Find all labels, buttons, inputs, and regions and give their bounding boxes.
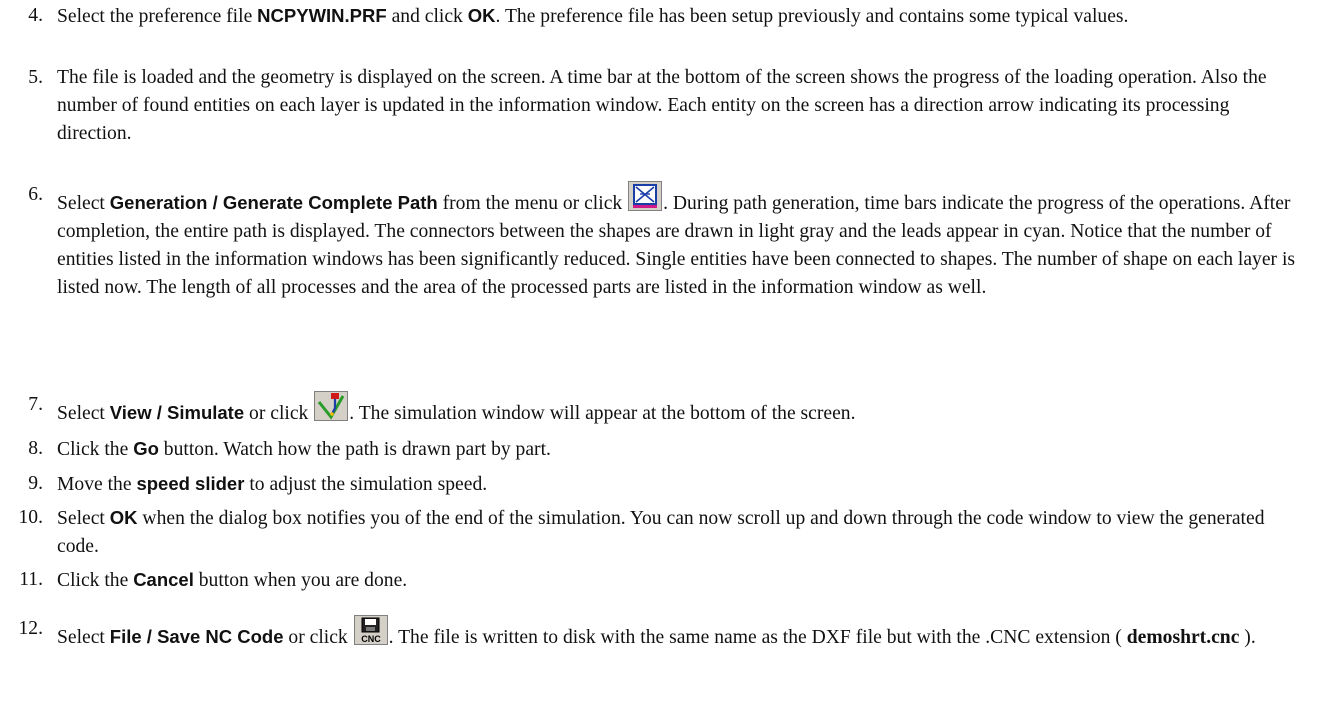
ui-term: Generation / Generate Complete Path (109, 192, 438, 213)
text-run: or click (244, 403, 314, 424)
text-run: . The preference file has been setup pre… (495, 6, 1129, 27)
text-run: Select the preference file (57, 6, 258, 27)
text-run: or click (283, 627, 353, 648)
text-run: Click the (57, 570, 134, 591)
step-number: 6. (28, 184, 43, 205)
step-text: Select the preference file NCPYWIN.PRF a… (57, 2, 1307, 31)
text-run: . The file is written to disk with the s… (388, 627, 1127, 648)
step-text: Select View / Simulate or click . The si… (57, 391, 1307, 428)
ui-term: OK (109, 507, 138, 528)
text-run: button. Watch how the path is drawn part… (158, 439, 551, 460)
text-run: ). (1239, 627, 1256, 648)
step-7: 7. Select View / Simulate or click . The… (0, 391, 1322, 428)
text-run: and click (386, 6, 468, 27)
step-number: 5. (28, 67, 43, 88)
step-text: The file is loaded and the geometry is d… (57, 64, 1307, 148)
simulate-icon (314, 391, 349, 421)
svg-text:CNC: CNC (361, 634, 381, 644)
ui-term: View / Simulate (109, 402, 245, 423)
step-text: Select OK when the dialog box notifies y… (57, 504, 1307, 561)
ui-term: Cancel (133, 569, 194, 590)
text-run: The file is loaded and the geometry is d… (57, 67, 1267, 144)
step-text: Move the speed slider to adjust the simu… (57, 470, 1307, 499)
step-number: 7. (28, 394, 43, 415)
generate-path-icon (628, 181, 663, 211)
step-number: 4. (28, 5, 43, 26)
ui-term: File / Save NC Code (109, 626, 284, 647)
step-11: 11. Click the Cancel button when you are… (0, 566, 1322, 595)
text-run: Move the (57, 474, 137, 495)
text-run: Select (57, 193, 110, 214)
step-number: 8. (28, 438, 43, 459)
ui-term: NCPYWIN.PRF (257, 5, 387, 26)
ui-term: speed slider (136, 473, 245, 494)
step-number: 10. (18, 507, 44, 528)
text-run: button when you are done. (193, 570, 408, 591)
step-12: 12. Select File / Save NC Code or click … (0, 615, 1322, 652)
text-run: from the menu or click (437, 193, 628, 214)
step-number: 9. (28, 473, 43, 494)
ui-term: OK (467, 5, 496, 26)
step-10: 10. Select OK when the dialog box notifi… (0, 504, 1322, 561)
step-text: Click the Cancel button when you are don… (57, 566, 1307, 595)
document-page: 4. Select the preference file NCPYWIN.PR… (0, 0, 1322, 706)
text-run: Select (57, 627, 110, 648)
step-4: 4. Select the preference file NCPYWIN.PR… (0, 2, 1322, 31)
text-run: Select (57, 508, 110, 529)
step-text: Click the Go button. Watch how the path … (57, 435, 1307, 464)
step-text: Select Generation / Generate Complete Pa… (57, 181, 1307, 302)
text-run: Select (57, 403, 110, 424)
save-nc-code-icon: CNC (353, 615, 388, 645)
file-name: demoshrt.cnc (1126, 627, 1240, 648)
ui-term: Go (133, 438, 159, 459)
step-9: 9. Move the speed slider to adjust the s… (0, 470, 1322, 499)
step-8: 8. Click the Go button. Watch how the pa… (0, 435, 1322, 464)
step-6: 6. Select Generation / Generate Complete… (0, 181, 1322, 302)
step-5: 5. The file is loaded and the geometry i… (0, 64, 1322, 148)
text-run: . The simulation window will appear at t… (349, 403, 856, 424)
text-run: to adjust the simulation speed. (244, 474, 488, 495)
text-run: when the dialog box notifies you of the … (57, 508, 1265, 557)
step-number: 11. (19, 569, 43, 590)
step-text: Select File / Save NC Code or click CNC.… (57, 615, 1307, 652)
text-run: Click the (57, 439, 134, 460)
step-number: 12. (18, 618, 44, 639)
